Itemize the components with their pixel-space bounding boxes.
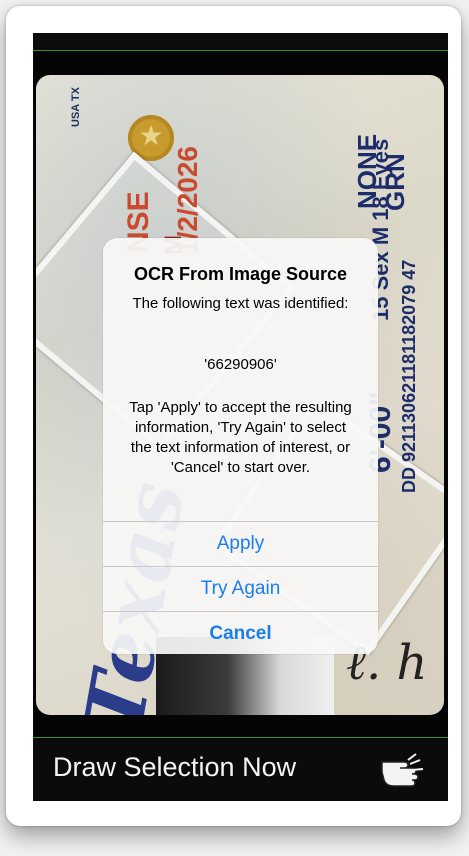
app-screen: USA TX ★ NSE M 1/2/2026 NONE GRN 15 Sex … [33,33,448,801]
ocr-alert-dialog: OCR From Image Source The following text… [103,238,378,654]
camera-image-area[interactable]: USA TX ★ NSE M 1/2/2026 NONE GRN 15 Sex … [33,51,448,737]
dialog-description: Tap 'Apply' to accept the resulting info… [129,399,352,476]
device-frame: USA TX ★ NSE M 1/2/2026 NONE GRN 15 Sex … [6,6,461,826]
pointing-hand-icon[interactable] [378,750,428,790]
try-again-button[interactable]: Try Again [103,567,378,611]
cancel-button[interactable]: Cancel [103,612,378,654]
draw-selection-label[interactable]: Draw Selection Now [53,752,296,783]
star-icon: ★ [138,120,164,151]
dialog-title: OCR From Image Source [133,264,348,284]
bottom-toolbar: Draw Selection Now [33,738,448,801]
dialog-ocr-value: '66290906' [204,356,277,373]
apply-button[interactable]: Apply [103,522,378,566]
dialog-subtitle: The following text was identified: [132,295,349,312]
license-country-state: USA TX [70,87,82,127]
license-dd-number: DD 921130621181182079 47 [399,259,419,493]
